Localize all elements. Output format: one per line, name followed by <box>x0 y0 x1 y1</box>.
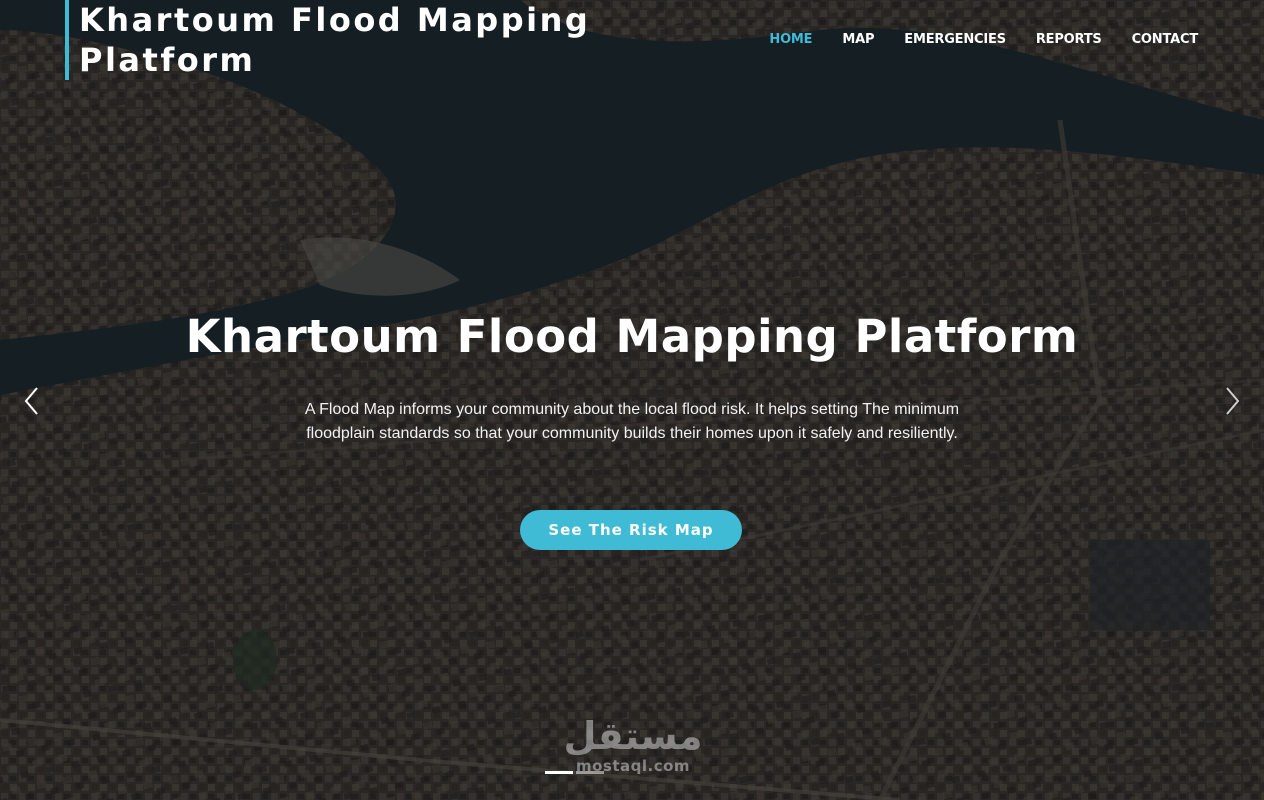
nav-item-reports[interactable]: REPORTS <box>1036 32 1102 47</box>
watermark-latin: mostaql.com <box>575 757 691 775</box>
brand-title: Khartoum Flood Mapping Platform <box>79 1 591 79</box>
nav-item-contact[interactable]: CONTACT <box>1132 32 1199 47</box>
nav-item-emergencies[interactable]: EMERGENCIES <box>904 32 1006 47</box>
see-risk-map-button[interactable]: See The Risk Map <box>520 510 742 550</box>
main-nav: HOME MAP EMERGENCIES REPORTS CONTACT <box>769 32 1198 47</box>
nav-item-map[interactable]: MAP <box>842 32 874 47</box>
mostaql-watermark: مستقل mostaql.com <box>548 715 718 775</box>
hero-carousel: Khartoum Flood Mapping Platform HOME MAP… <box>0 0 1264 800</box>
chevron-left-icon <box>24 387 38 415</box>
brand-logo[interactable]: Khartoum Flood Mapping Platform <box>65 0 619 80</box>
hero-title: Khartoum Flood Mapping Platform <box>185 310 1079 363</box>
chevron-right-icon <box>1226 387 1240 415</box>
watermark-arabic: مستقل <box>563 714 703 758</box>
hero-description: A Flood Map informs your community about… <box>304 401 960 442</box>
carousel-prev-button[interactable] <box>20 385 44 417</box>
nav-item-home[interactable]: HOME <box>769 32 812 47</box>
carousel-next-button[interactable] <box>1220 385 1244 417</box>
